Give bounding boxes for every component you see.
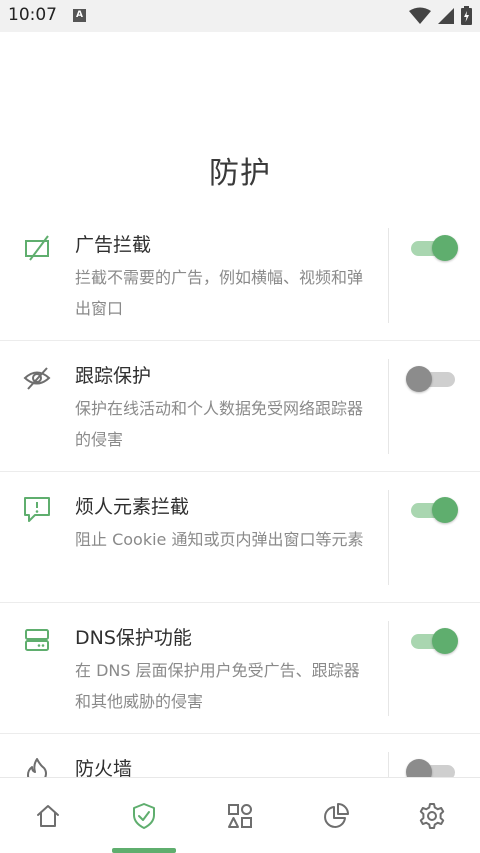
toggle-knob [406,366,432,392]
apps-icon [228,804,252,828]
dns-server-icon [25,629,49,651]
row-divider [388,490,389,585]
toggle-knob [432,628,458,654]
active-tab-indicator [112,848,176,853]
feature-description: 拦截不需要的广告，例如横幅、视频和弹出窗口 [75,268,364,318]
nav-protection[interactable] [96,778,192,853]
feature-row-ad-blocking[interactable]: 广告拦截 拦截不需要的广告，例如横幅、视频和弹出窗口 [0,210,480,341]
status-time: 10:07 [8,5,57,25]
feature-list: 广告拦截 拦截不需要的广告，例如横幅、视频和弹出窗口 跟踪保护 保护在线活动和个… [0,210,480,777]
wifi-icon [409,7,431,24]
nav-settings[interactable] [384,778,480,853]
dns-protection-toggle[interactable] [406,627,458,655]
firewall-toggle[interactable] [406,758,458,777]
row-divider [388,359,389,454]
status-icons [409,6,472,25]
toggle-knob [432,497,458,523]
feature-row-firewall[interactable]: 防火墙 [0,734,480,777]
settings-gear-icon [419,803,445,829]
nav-apps[interactable] [192,778,288,853]
feature-title: 防火墙 [75,758,133,777]
annoyance-blocking-toggle[interactable] [406,496,458,524]
bottom-nav [0,777,480,853]
shield-check-icon [133,803,155,829]
fire-icon [27,758,47,777]
row-divider [388,752,389,777]
feature-title: 烦人元素拦截 [75,496,190,518]
row-divider [388,621,389,716]
notification-a-icon: A [73,9,86,22]
ad-blocking-toggle[interactable] [406,234,458,262]
stats-pie-icon [324,803,349,828]
nav-home[interactable] [0,778,96,853]
toggle-knob [432,235,458,261]
feature-title: 广告拦截 [75,234,152,256]
signal-icon [438,7,454,24]
feature-title: 跟踪保护 [75,365,152,387]
toggle-knob [406,759,432,777]
home-icon [37,805,59,827]
battery-icon [461,6,472,25]
feature-description: 阻止 Cookie 通知或页内弹出窗口等元素 [75,530,364,549]
eye-off-icon [23,367,51,390]
feature-row-dns-protection[interactable]: DNS保护功能 在 DNS 层面保护用户免受广告、跟踪器和其他威胁的侵害 [0,603,480,734]
feature-description: 保护在线活动和个人数据免受网络跟踪器的侵害 [75,399,364,449]
feature-row-annoyance-blocking[interactable]: 烦人元素拦截 阻止 Cookie 通知或页内弹出窗口等元素 [0,472,480,603]
row-divider [388,228,389,323]
feature-description: 在 DNS 层面保护用户免受广告、跟踪器和其他威胁的侵害 [75,661,360,711]
ad-block-icon [25,235,49,261]
tracking-protection-toggle[interactable] [406,365,458,393]
page-title: 防护 [209,156,271,191]
feature-row-tracking-protection[interactable]: 跟踪保护 保护在线活动和个人数据免受网络跟踪器的侵害 [0,341,480,472]
alert-message-icon [24,497,50,522]
nav-statistics[interactable] [288,778,384,853]
status-bar: 10:07 A [0,0,480,32]
feature-title: DNS保护功能 [75,627,192,649]
